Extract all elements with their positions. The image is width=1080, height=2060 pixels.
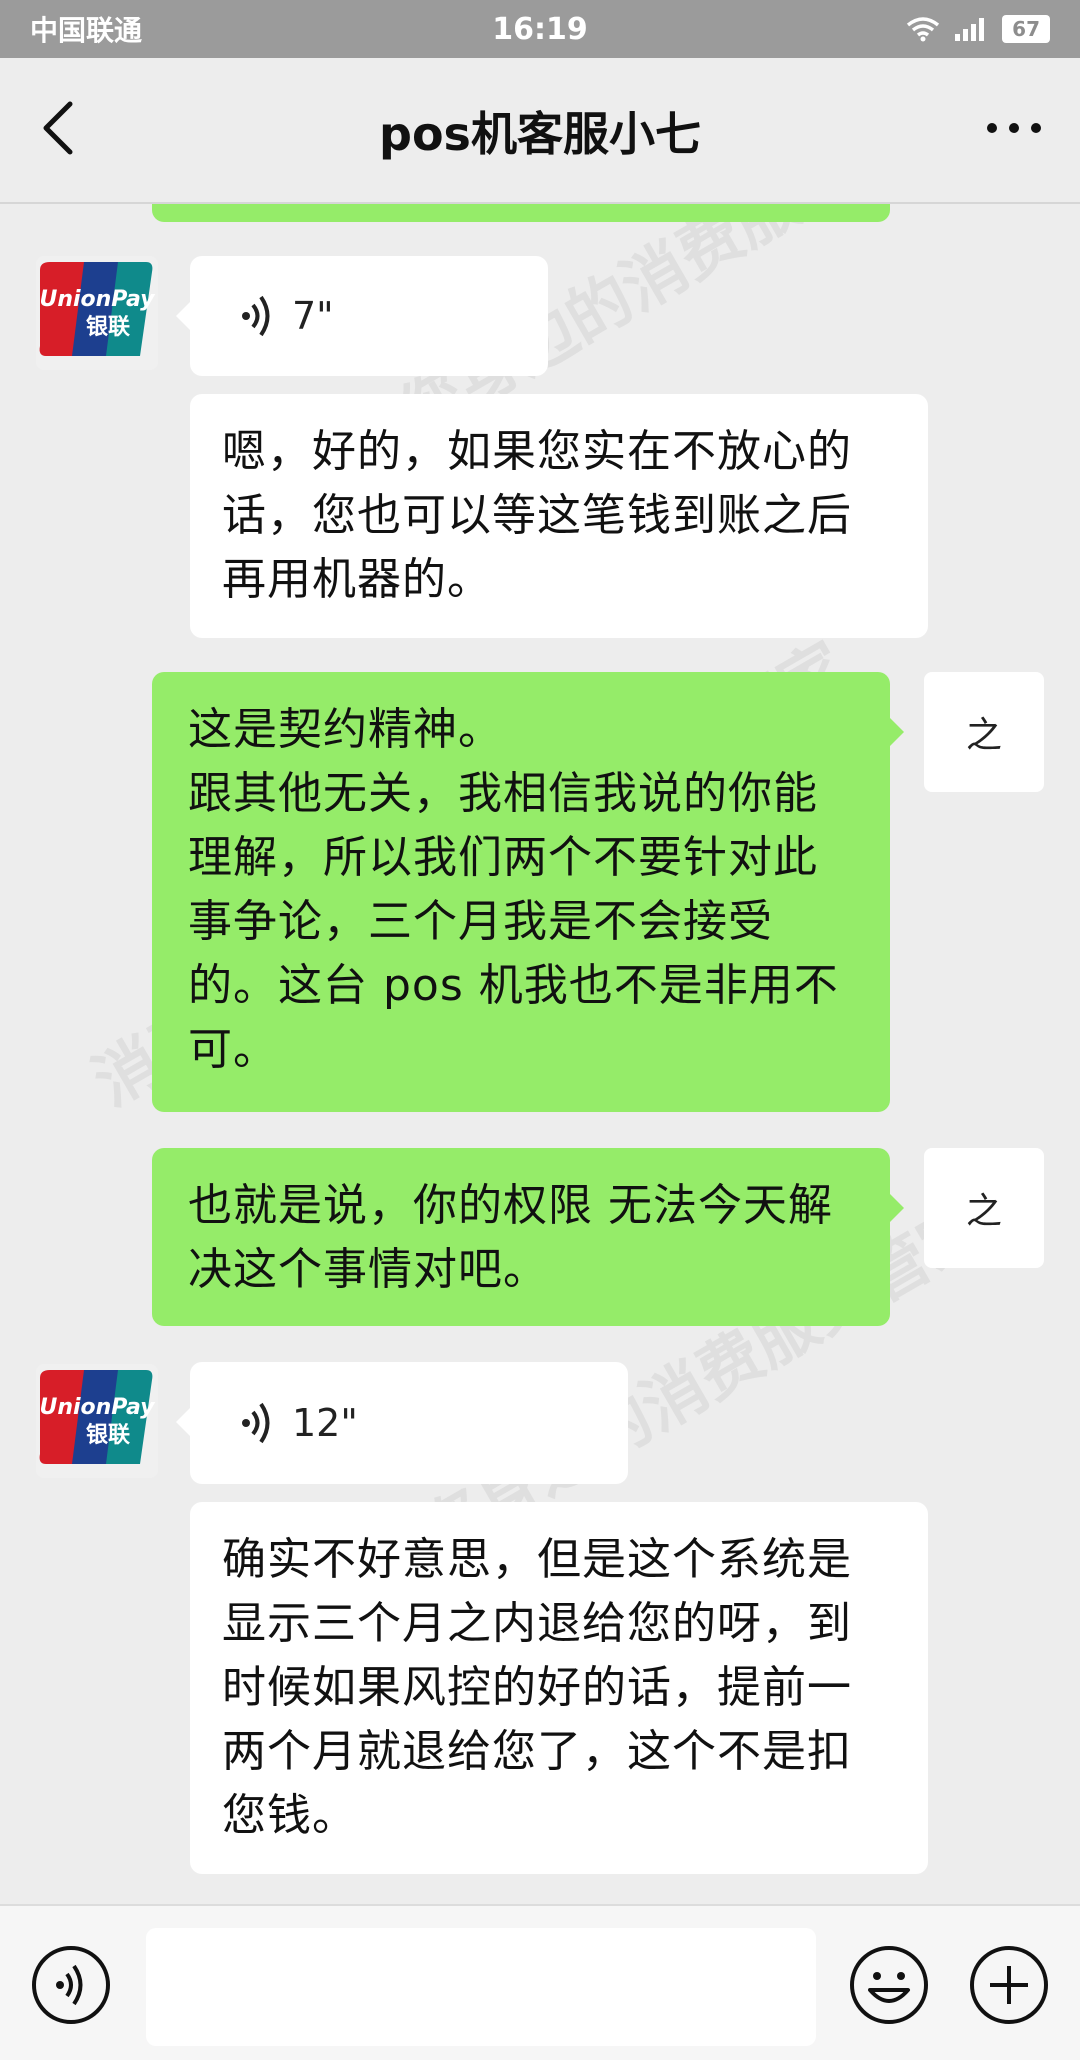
message-text: 嗯，好的，如果您实在不放心的话，您也可以等这笔钱到账之后再用机器的。 [222, 426, 852, 605]
chat-title: pos机客服小七 [379, 107, 701, 161]
voice-message[interactable]: 7" [176, 256, 548, 376]
my-avatar-text: 之 [965, 715, 1002, 756]
message-text: 也就是说，你的权限 无法今天解决这个事情对吧。 [188, 1180, 833, 1295]
status-bar: 中国联通 16:19 67 [0, 0, 1080, 58]
unionpay-cn-text: 银联 [86, 315, 130, 340]
more-options-icon[interactable] [984, 108, 1044, 148]
unionpay-text: UnionPay [39, 1395, 156, 1420]
plus-icon[interactable] [968, 1944, 1050, 2026]
status-icons: 67 [906, 15, 1050, 43]
my-avatar[interactable]: 之 [924, 1148, 1044, 1268]
voice-wave-icon [242, 295, 270, 337]
outgoing-text-message[interactable]: 也就是说，你的权限 无法今天解决这个事情对吧。 [152, 1148, 904, 1326]
voice-duration: 7" [292, 294, 334, 338]
my-avatar-text: 之 [965, 1191, 1002, 1232]
unionpay-avatar[interactable]: UnionPay 银联 [36, 1364, 158, 1478]
partial-outgoing-bubble [152, 204, 890, 222]
chat-header: pos机客服小七 [0, 58, 1080, 204]
voice-input-icon[interactable] [30, 1944, 112, 2026]
voice-message[interactable]: 12" [176, 1362, 628, 1484]
incoming-text-message[interactable]: 嗯，好的，如果您实在不放心的话，您也可以等这笔钱到账之后再用机器的。 [190, 394, 928, 638]
wifi-icon [907, 17, 940, 42]
battery-indicator: 67 [1002, 15, 1050, 43]
my-avatar[interactable]: 之 [924, 672, 1044, 792]
unionpay-text: UnionPay [39, 287, 156, 312]
voice-wave-icon [242, 1402, 270, 1444]
voice-duration: 12" [292, 1401, 358, 1445]
message-list[interactable]: 消费保 您身边的消费服务管家 消费保 您身边的消费服务管家 消费保 您身边的消费… [0, 204, 1080, 1904]
message-input[interactable] [146, 1928, 816, 2046]
message-text: 这是契约精神。 跟其他无关，我相信我说的你能理解，所以我们两个不要针对此事争论，… [188, 704, 839, 1075]
carrier-label: 中国联通 [30, 14, 143, 47]
outgoing-text-message[interactable]: 这是契约精神。 跟其他无关，我相信我说的你能理解，所以我们两个不要针对此事争论，… [152, 672, 904, 1112]
unionpay-logo-icon: UnionPay 银联 [36, 256, 158, 370]
unionpay-cn-text: 银联 [86, 1423, 130, 1448]
incoming-text-message[interactable]: 确实不好意思，但是这个系统是显示三个月之内退给您的呀，到时候如果风控的好的话，提… [190, 1502, 928, 1874]
emoji-icon[interactable] [848, 1944, 930, 2026]
message-text: 确实不好意思，但是这个系统是显示三个月之内退给您的呀，到时候如果风控的好的话，提… [222, 1534, 852, 1841]
input-bar [0, 1904, 1080, 2060]
unionpay-logo-icon: UnionPay 银联 [36, 1364, 158, 1478]
signal-icon [955, 18, 985, 41]
unionpay-avatar[interactable]: UnionPay 银联 [36, 256, 158, 370]
